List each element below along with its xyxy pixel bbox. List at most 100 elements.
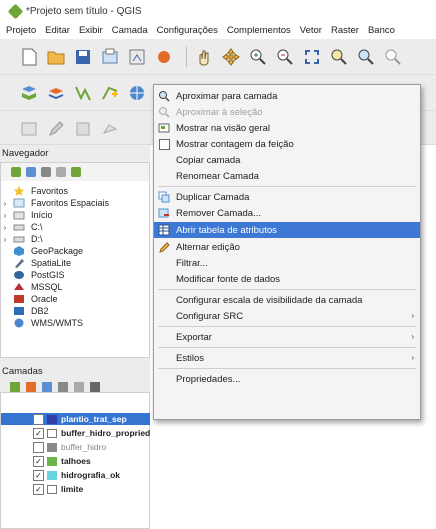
- browser-item-wms-wmts[interactable]: WMS/WMTS: [1, 317, 83, 329]
- menu-show-feature-count[interactable]: Mostrar contagem da feição: [154, 136, 420, 152]
- add-wms-layer-icon[interactable]: [126, 82, 148, 104]
- pan-hand-icon[interactable]: [193, 46, 215, 68]
- expand-arrow-icon[interactable]: ›: [1, 199, 9, 208]
- browser-item-inicio[interactable]: › Início: [1, 209, 53, 221]
- enable-properties-icon[interactable]: [71, 167, 81, 177]
- add-selected-layers-icon[interactable]: [26, 167, 36, 177]
- menu-exibir[interactable]: Exibir: [79, 25, 103, 36]
- save-project-icon[interactable]: [72, 46, 94, 68]
- expand-all-icon[interactable]: [90, 382, 100, 392]
- add-vector-layer-icon[interactable]: [72, 82, 94, 104]
- menu-filter[interactable]: Filtrar...: [154, 255, 420, 271]
- refresh-icon[interactable]: [11, 167, 21, 177]
- layer-visibility-checkbox[interactable]: ✓: [33, 427, 44, 439]
- zoom-full-icon[interactable]: [301, 46, 323, 68]
- menu-banco[interactable]: Banco: [368, 25, 395, 36]
- browser-item-drive-d[interactable]: › D:\: [1, 233, 43, 245]
- layer-visibility-checkbox[interactable]: ✓: [33, 469, 44, 481]
- print-layout-icon[interactable]: [99, 46, 121, 68]
- menu-set-scale-visibility[interactable]: Configurar escala de visibilidade da cam…: [154, 292, 420, 308]
- filter-legend-icon[interactable]: [58, 382, 68, 392]
- browser-item-oracle[interactable]: Oracle: [1, 293, 58, 305]
- add-feature-icon[interactable]: [99, 118, 121, 140]
- expand-arrow-icon[interactable]: ›: [1, 211, 9, 220]
- layer-symbol: [47, 414, 57, 424]
- menu-complementos[interactable]: Complementos: [227, 25, 291, 36]
- menu-properties[interactable]: Propriedades...: [154, 371, 420, 387]
- menu-set-crs[interactable]: Configurar SRC ›: [154, 308, 420, 324]
- new-project-icon[interactable]: [18, 46, 40, 68]
- project-toolbar: [0, 39, 436, 75]
- menu-bar: Projeto Editar Exibir Camada Configuraçõ…: [0, 22, 436, 39]
- checkbox-icon[interactable]: [156, 137, 172, 151]
- menu-duplicate-layer[interactable]: Duplicar Camada: [154, 189, 420, 205]
- menu-projeto[interactable]: Projeto: [6, 25, 36, 36]
- overview-icon: [156, 121, 172, 135]
- toggle-editing-icon[interactable]: [45, 118, 67, 140]
- zoom-native-icon[interactable]: [382, 46, 404, 68]
- layer-name: buffer_hidro: [61, 442, 107, 452]
- layout-manager-icon[interactable]: [126, 46, 148, 68]
- zoom-out-icon[interactable]: [274, 46, 296, 68]
- layer-visibility-checkbox[interactable]: [33, 441, 44, 453]
- menu-separator: [158, 289, 416, 290]
- browser-item-mssql[interactable]: MSSQL: [1, 281, 63, 293]
- menu-toggle-editing[interactable]: Alternar edição: [154, 239, 420, 255]
- zoom-to-selection-icon[interactable]: [328, 46, 350, 68]
- filter-icon[interactable]: [41, 167, 51, 177]
- menu-configuracoes[interactable]: Configurações: [157, 25, 218, 36]
- browser-item-favoritos-espaciais[interactable]: › Favoritos Espaciais: [1, 197, 109, 209]
- menu-remove-layer[interactable]: Remover Camada...: [154, 205, 420, 221]
- menu-styles[interactable]: Estilos ›: [154, 350, 420, 366]
- layer-item[interactable]: ✓ plantio_trat_sep: [1, 413, 151, 425]
- layer-item[interactable]: ✓ talhoes: [1, 455, 151, 467]
- style-manager-icon[interactable]: [153, 46, 175, 68]
- expand-arrow-icon[interactable]: ›: [1, 235, 9, 244]
- expand-arrow-icon[interactable]: ›: [1, 223, 9, 232]
- menu-vetor[interactable]: Vetor: [300, 25, 322, 36]
- layer-visibility-checkbox[interactable]: ✓: [33, 483, 44, 495]
- pan-to-selection-icon[interactable]: [220, 46, 242, 68]
- layer-symbol: [47, 428, 57, 438]
- data-source-manager-icon[interactable]: [18, 82, 40, 104]
- menu-rename-layer[interactable]: Renomear Camada: [154, 168, 420, 184]
- browser-item-drive-c[interactable]: › C:\: [1, 221, 43, 233]
- browser-item-db2[interactable]: DB2: [1, 305, 49, 317]
- layer-item[interactable]: ✓ hidrografia_ok: [1, 469, 151, 481]
- save-edits-icon[interactable]: [72, 118, 94, 140]
- geopackage-icon: [14, 246, 24, 256]
- current-edits-icon[interactable]: [18, 118, 40, 140]
- open-layer-styling-icon[interactable]: [10, 382, 20, 392]
- browser-item-postgis[interactable]: PostGIS: [1, 269, 65, 281]
- manage-map-themes-icon[interactable]: [42, 382, 52, 392]
- layer-visibility-checkbox[interactable]: ✓: [33, 413, 44, 425]
- layer-context-menu: Aproximar para camada Aproximar à seleçã…: [153, 84, 421, 420]
- menu-open-attribute-table[interactable]: Abrir tabela de atributos: [154, 222, 420, 238]
- layer-visibility-checkbox[interactable]: ✓: [33, 455, 44, 467]
- browser-item-spatialite[interactable]: SpatiaLite: [1, 257, 71, 269]
- menu-zoom-to-selection[interactable]: Aproximar à seleção: [154, 104, 420, 120]
- menu-raster[interactable]: Raster: [331, 25, 359, 36]
- menu-zoom-to-layer[interactable]: Aproximar para camada: [154, 88, 420, 104]
- menu-show-in-overview[interactable]: Mostrar na visão geral: [154, 120, 420, 136]
- menu-editar[interactable]: Editar: [45, 25, 70, 36]
- browser-item-favoritos[interactable]: Favoritos: [1, 185, 68, 197]
- menu-change-data-source[interactable]: Modificar fonte de dados: [154, 271, 420, 287]
- browser-item-geopackage[interactable]: GeoPackage: [1, 245, 83, 257]
- new-shapefile-icon[interactable]: [99, 82, 121, 104]
- filter-expression-icon[interactable]: [74, 382, 84, 392]
- menu-camada[interactable]: Camada: [112, 25, 148, 36]
- layer-item[interactable]: buffer_hidro: [1, 441, 151, 453]
- add-group-icon[interactable]: [26, 382, 36, 392]
- open-project-icon[interactable]: [45, 46, 67, 68]
- submenu-arrow-icon: ›: [411, 311, 414, 320]
- title-bar: *Projeto sem título - QGIS: [0, 0, 436, 22]
- layer-item[interactable]: ✓ limite: [1, 483, 151, 495]
- collapse-all-icon[interactable]: [56, 167, 66, 177]
- layer-item[interactable]: ✓ buffer_hidro_propriedade: [1, 427, 165, 439]
- menu-copy-layer[interactable]: Copiar camada: [154, 152, 420, 168]
- add-layer-icon[interactable]: [45, 82, 67, 104]
- zoom-in-icon[interactable]: [247, 46, 269, 68]
- zoom-to-layer-icon[interactable]: [355, 46, 377, 68]
- menu-export[interactable]: Exportar ›: [154, 329, 420, 345]
